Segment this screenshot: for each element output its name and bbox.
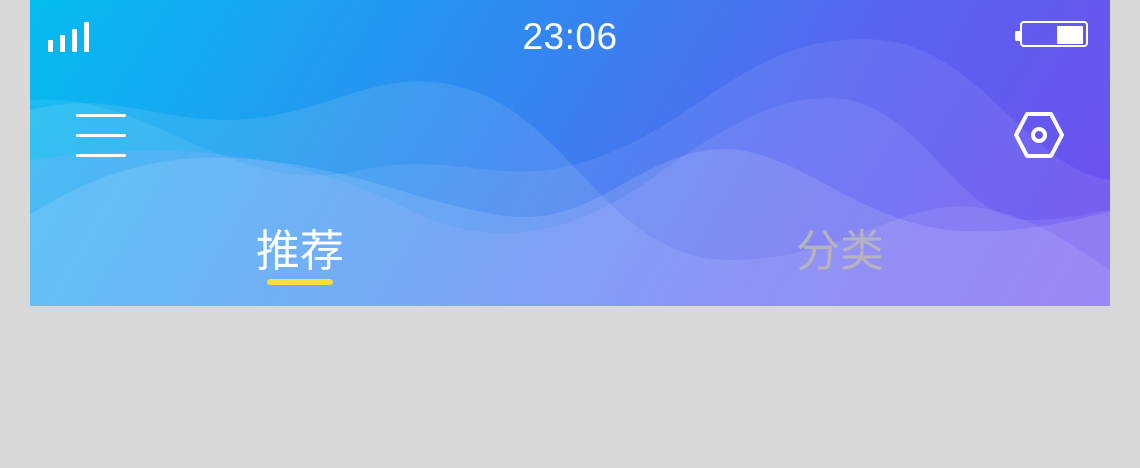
app-header: 23:06 推荐 分类 bbox=[30, 0, 1110, 306]
tab-recommend[interactable]: 推荐 bbox=[230, 224, 370, 284]
hexagon-settings-icon bbox=[1014, 112, 1064, 158]
tab-category[interactable]: 分类 bbox=[770, 224, 910, 284]
hamburger-menu-icon bbox=[76, 114, 126, 117]
status-time: 23:06 bbox=[522, 16, 618, 57]
menu-button[interactable] bbox=[72, 110, 128, 160]
battery-fill bbox=[1057, 26, 1083, 44]
battery-icon bbox=[1015, 21, 1088, 47]
battery-cap bbox=[1015, 31, 1020, 41]
settings-button[interactable] bbox=[1012, 108, 1066, 162]
active-tab-indicator bbox=[267, 279, 333, 285]
